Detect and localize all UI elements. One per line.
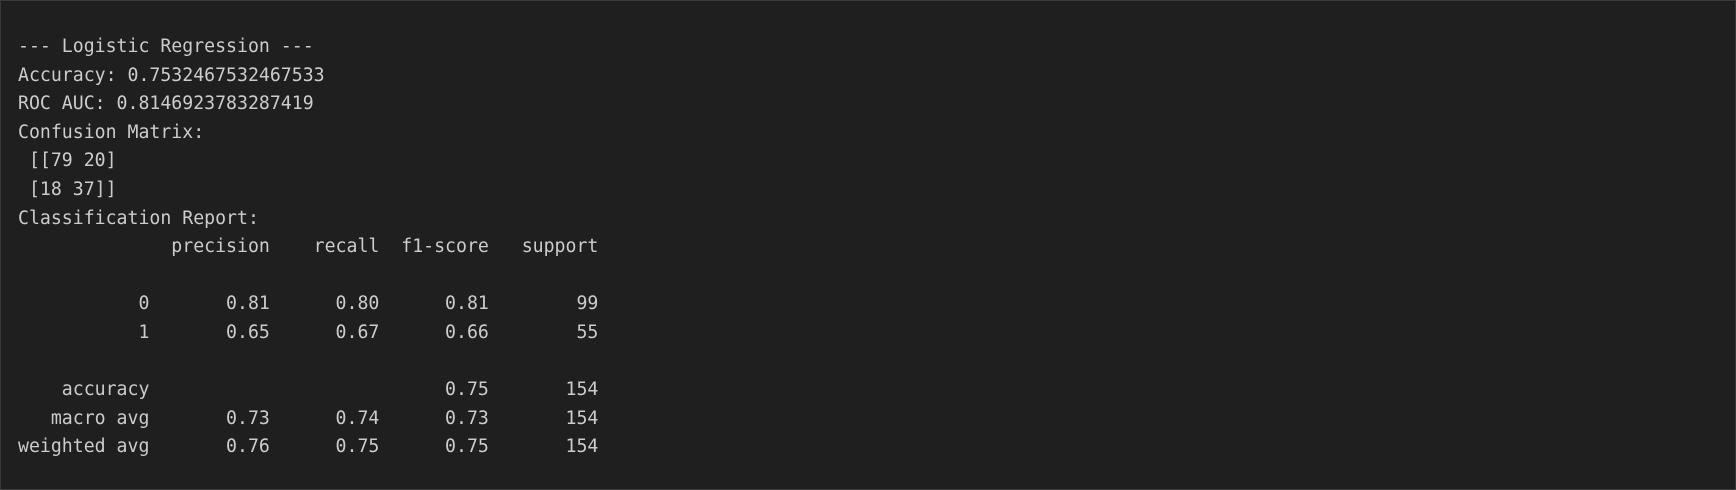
output-line-class-0: 0 0.81 0.80 0.81 99 [18, 293, 599, 315]
output-line-confusion-row-1: [[79 20] [18, 150, 117, 172]
output-line-confusion-heading: Confusion Matrix: [18, 121, 205, 143]
output-line-report-columns: precision recall f1-score support [18, 236, 599, 258]
output-line-accuracy-row: accuracy 0.75 154 [18, 379, 599, 401]
output-line-title: --- Logistic Regression --- [18, 36, 314, 57]
cell-output-panel: --- Logistic Regression --- Accuracy: 0.7… [0, 0, 1736, 490]
output-line-roc-auc: ROC AUC: 0.8146923783287419 [18, 93, 314, 115]
output-line-class-1: 1 0.65 0.67 0.66 55 [18, 321, 599, 343]
output-line-blank-2 [18, 348, 598, 377]
output-line-report-heading: Classification Report: [18, 207, 259, 229]
output-line-macro-avg: macro avg 0.73 0.74 0.73 154 [18, 407, 599, 429]
output-line-blank-1 [18, 262, 598, 291]
output-line-confusion-row-2: [18 37]] [18, 178, 117, 200]
output-line-weighted-avg: weighted avg 0.76 0.75 0.75 154 [18, 436, 599, 458]
output-line-accuracy: Accuracy: 0.7532467532467533 [18, 64, 325, 86]
output-text: --- Logistic Regression --- Accuracy: 0.7… [18, 33, 598, 462]
